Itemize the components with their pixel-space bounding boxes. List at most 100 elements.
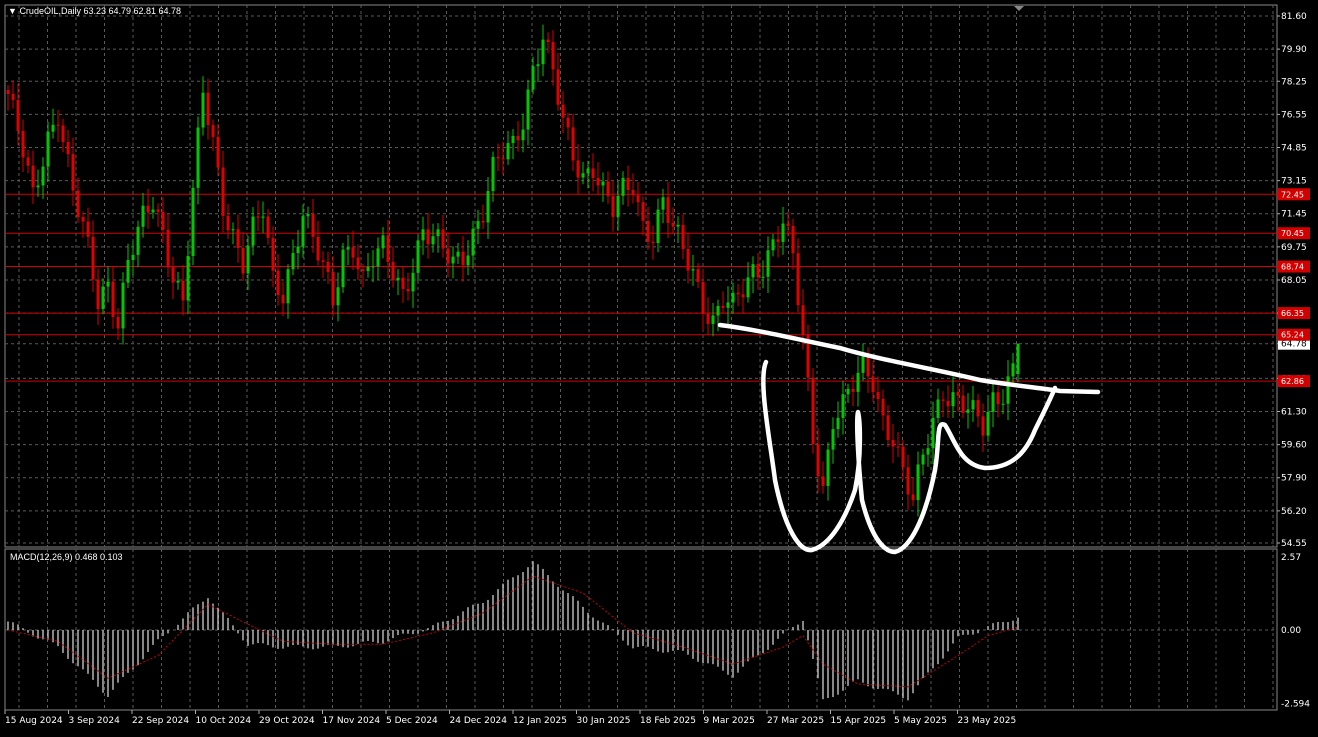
time-tick-label: 22 Sep 2024 — [132, 716, 189, 726]
candle-body — [896, 446, 900, 448]
candlesticks — [6, 24, 1020, 517]
candle — [776, 226, 780, 258]
candle — [196, 116, 200, 205]
price-tick-label: 57.90 — [1281, 474, 1307, 484]
candle-body — [561, 104, 565, 118]
candle — [211, 119, 215, 152]
candle-body — [11, 93, 15, 100]
candle-body — [441, 229, 445, 249]
candle — [706, 297, 710, 335]
candle-body — [251, 216, 255, 246]
candle-body — [211, 125, 215, 137]
candle — [341, 242, 345, 293]
candle — [606, 171, 610, 204]
candle-body — [646, 220, 650, 242]
price-tick-label: 68.05 — [1281, 276, 1307, 286]
candle — [366, 252, 370, 278]
candle-body — [681, 224, 685, 250]
candle-body — [156, 209, 160, 212]
candle — [826, 442, 830, 501]
candle-body — [431, 236, 435, 245]
candle-body — [301, 216, 305, 247]
candle-body — [306, 214, 310, 217]
candle-body — [521, 129, 525, 141]
candle — [551, 30, 555, 86]
candle-body — [41, 166, 45, 186]
candle — [466, 240, 470, 276]
chart-window[interactable]: 81.60 79.90 78.25 76.55 74.85 73.15 71.45 69.75… — [0, 0, 1318, 732]
time-tick-label: 3 Sep 2024 — [69, 716, 121, 726]
candle — [571, 113, 575, 171]
candle — [831, 417, 835, 464]
candle — [26, 149, 30, 174]
candle-body — [601, 181, 605, 186]
candle-body — [181, 280, 185, 301]
candle-body — [941, 399, 945, 401]
candle — [76, 177, 80, 224]
candle-body — [876, 392, 880, 399]
candle-body — [511, 135, 515, 144]
candle-body — [701, 281, 705, 314]
candle-body — [391, 261, 395, 281]
candle-body — [486, 191, 490, 223]
candle-body — [461, 251, 465, 266]
candle-body — [1001, 403, 1005, 405]
main-pane-frame — [4, 4, 1278, 548]
candle-body — [116, 316, 120, 329]
candle-body — [186, 256, 190, 301]
candle-body — [741, 294, 745, 298]
candle-body — [736, 292, 740, 295]
candle-body — [106, 281, 110, 287]
macd-title: MACD(12,26,9) 0.468 0.103 — [10, 552, 123, 562]
candle — [786, 211, 790, 237]
candle — [626, 165, 630, 207]
candle — [286, 264, 290, 319]
candle — [141, 193, 145, 238]
candle — [536, 48, 540, 83]
candle-body — [571, 127, 575, 161]
chart-canvas[interactable]: 81.60 79.90 78.25 76.55 74.85 73.15 71.45 69.75… — [0, 0, 1318, 732]
candle-body — [446, 248, 450, 264]
candle-body — [501, 158, 505, 160]
candle-body — [371, 266, 375, 268]
candle-body — [546, 39, 550, 43]
candle — [181, 265, 185, 316]
candle-body — [256, 216, 260, 218]
candle — [1011, 353, 1015, 384]
candle-body — [361, 269, 365, 272]
candle — [91, 220, 95, 292]
candle-body — [321, 260, 325, 262]
collapse-triangle-icon[interactable]: ▼ — [8, 6, 17, 16]
candle-body — [46, 131, 50, 167]
candle-body — [626, 177, 630, 191]
candle — [241, 231, 245, 282]
candle-body — [616, 195, 620, 217]
candle-body — [396, 277, 400, 281]
candle-body — [171, 267, 175, 283]
candle-body — [656, 209, 660, 244]
grid-lines — [4, 4, 1278, 711]
candle — [306, 206, 310, 229]
time-tick-label: 29 Oct 2024 — [259, 716, 315, 726]
price-tick-label: 54.55 — [1281, 539, 1307, 549]
candle-body — [596, 177, 600, 186]
price-tick-label: 79.90 — [1281, 45, 1307, 55]
candle — [146, 189, 150, 229]
chart-shift-icon — [1014, 6, 1024, 11]
candle — [616, 181, 620, 231]
candle-body — [946, 400, 950, 407]
candle-body — [376, 248, 380, 267]
candle-body — [676, 224, 680, 227]
candle — [456, 242, 460, 265]
candle-body — [991, 392, 995, 412]
candle — [636, 182, 640, 217]
candle — [526, 79, 530, 146]
candle — [66, 129, 70, 168]
candle — [176, 271, 180, 290]
freehand-drawing — [717, 322, 1101, 555]
candle — [191, 179, 195, 266]
candle — [221, 150, 225, 233]
candle — [701, 269, 705, 331]
trendline-drawing — [761, 359, 1058, 555]
candle — [791, 218, 795, 270]
